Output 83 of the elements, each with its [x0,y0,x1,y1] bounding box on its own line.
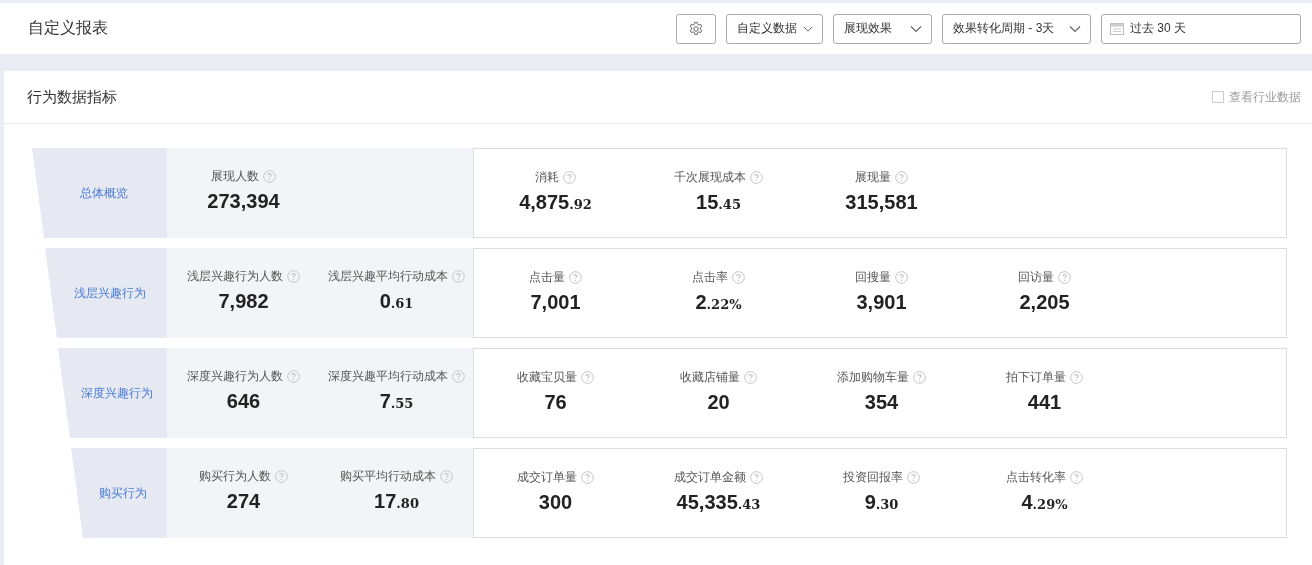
metric-value: 2.22% [695,291,742,314]
help-icon[interactable] [732,271,745,284]
metric-label: 深度兴趣平均行动成本 [328,368,448,385]
metric-value: 300 [538,491,573,514]
help-icon[interactable] [1058,271,1071,284]
metric-value: 7.55 [379,390,414,413]
metric-label: 添加购物车量 [837,369,909,386]
help-icon[interactable] [275,470,288,483]
metric-label: 千次展现成本 [674,169,746,186]
help-icon[interactable] [1070,371,1083,384]
metric-value: 441 [1027,391,1062,414]
help-icon[interactable] [581,371,594,384]
metric-label: 浅层兴趣行为人数 [187,268,283,285]
metric-label: 展现人数 [211,168,259,185]
metric-value: 15.45 [696,191,741,214]
metric-value: 9.30 [864,491,899,514]
metric-label: 收藏宝贝量 [517,369,577,386]
metric-label: 购买行为人数 [199,468,271,485]
caret-icon [803,24,813,33]
help-icon[interactable] [913,371,926,384]
metric-value: 4,875.92 [519,191,592,214]
help-icon[interactable] [569,271,582,284]
metric-label: 投资回报率 [843,469,903,486]
help-icon[interactable] [895,271,908,284]
metric-label: 展现量 [855,169,891,186]
metric-label: 回搜量 [855,269,891,286]
funnel-stage: 深度兴趣行为 [58,348,167,438]
metric-value: 274 [226,490,261,513]
metric-label: 浅层兴趣平均行动成本 [328,268,448,285]
metric-value: 646 [226,390,261,413]
funnel-stage: 总体概览 [32,148,167,238]
dropdown[interactable]: 展现效果 [833,13,932,44]
help-icon[interactable] [440,470,453,483]
metric-value: 76 [544,391,567,414]
metric-label: 购买平均行动成本 [340,468,436,485]
metric-label: 拍下订单量 [1006,369,1066,386]
caret-icon [1069,24,1081,33]
metric-value: 20 [707,391,730,414]
metric-label: 点击转化率 [1006,469,1066,486]
metric-value: 273,394 [207,190,280,213]
help-icon[interactable] [895,171,908,184]
metric-label: 深度兴趣行为人数 [187,368,283,385]
metric-label: 点击量 [529,269,565,286]
help-icon[interactable] [750,171,763,184]
dropdown[interactable]: 效果转化周期 - 3天 [942,13,1091,44]
calendar-icon [1110,22,1124,35]
metric-value: 2,205 [1019,291,1070,314]
checkbox[interactable] [1212,91,1224,103]
metric-label: 消耗 [535,169,559,186]
caret-icon [910,24,922,33]
page-title: 自定义报表 [28,18,109,38]
date-field[interactable]: 过去 30 天 [1101,13,1301,44]
help-icon[interactable] [287,270,300,283]
help-icon[interactable] [563,171,576,184]
metric-value: 45,335.43 [676,491,761,514]
metric-value: 4.29% [1021,491,1068,514]
funnel-stage: 购买行为 [71,448,167,538]
metric-value: 17.80 [374,490,419,513]
metric-value: 3,901 [856,291,907,314]
help-icon[interactable] [750,471,763,484]
help-icon[interactable] [452,370,465,383]
metric-value: 354 [864,391,899,414]
dropdown[interactable]: 自定义数据 [726,13,823,44]
metric-value: 315,581 [845,191,918,214]
metric-label: 收藏店铺量 [680,369,740,386]
metric-value: 0.61 [379,290,414,313]
metric-value: 7,982 [218,290,269,313]
help-icon[interactable] [287,370,300,383]
metric-label: 点击率 [692,269,728,286]
help-icon[interactable] [1070,471,1083,484]
funnel-stage: 浅层兴趣行为 [45,248,167,338]
help-icon[interactable] [744,371,757,384]
help-icon[interactable] [581,471,594,484]
metric-label: 成交订单金额 [674,469,746,486]
settings-button[interactable] [676,13,716,44]
help-icon[interactable] [452,270,465,283]
metric-label: 成交订单量 [517,469,577,486]
metric-label: 回访量 [1018,269,1054,286]
help-icon[interactable] [263,170,276,183]
metric-value: 7,001 [530,291,581,314]
help-icon[interactable] [907,471,920,484]
panel-title: 行为数据指标 [27,87,117,107]
settings-icon [688,20,704,37]
